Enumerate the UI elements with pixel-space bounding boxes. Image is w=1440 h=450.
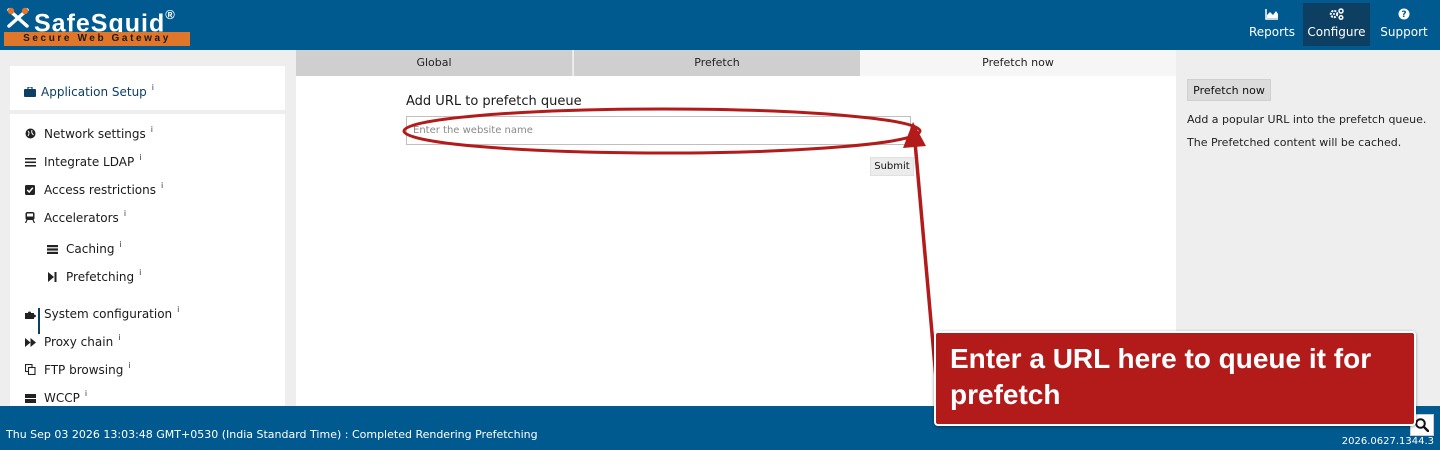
info-icon[interactable]: i	[139, 268, 141, 277]
database-icon	[46, 241, 58, 259]
status-message: Thu Sep 03 2026 13:03:48 GMT+0530 (India…	[6, 428, 538, 441]
sidebar-item-label: Proxy chain	[44, 335, 114, 349]
sidebar-item-ftp-browsing[interactable]: FTP browsing i	[24, 357, 131, 377]
info-icon[interactable]: i	[152, 83, 154, 92]
tab-prefetch-now[interactable]: Prefetch now	[860, 50, 1176, 76]
info-icon[interactable]: i	[85, 389, 87, 398]
nav-reports-button[interactable]: Reports	[1244, 3, 1300, 46]
tab-global[interactable]: Global	[296, 50, 573, 76]
server-icon	[24, 390, 36, 406]
briefcase-icon	[24, 86, 36, 97]
sidebar-item-prefetching[interactable]: Prefetching i	[46, 264, 141, 284]
sidebar-item-label: Integrate LDAP	[44, 155, 135, 169]
cogs-icon	[1303, 8, 1370, 24]
copy-icon	[24, 362, 36, 380]
sidebar-item-access-restrictions[interactable]: Access restrictions i	[24, 177, 163, 197]
sidebar-section-application-setup[interactable]: Application Setup i	[10, 66, 285, 110]
submit-button[interactable]: Submit	[870, 157, 914, 176]
sidebar-item-proxy-chain[interactable]: Proxy chain i	[24, 329, 120, 349]
info-icon[interactable]: i	[120, 240, 122, 249]
train-icon	[24, 210, 36, 228]
svg-text:?: ?	[1401, 10, 1406, 20]
sidebar-item-label: Caching	[66, 242, 115, 256]
sidebar-item-label: System configuration	[44, 307, 173, 321]
annotation-callout: Enter a URL here to queue it for prefetc…	[934, 331, 1416, 426]
globe-icon	[24, 126, 36, 144]
search-icon	[1415, 418, 1429, 432]
info-icon[interactable]: i	[151, 125, 153, 134]
logo-tagline: Secure Web Gateway	[4, 32, 190, 46]
step-forward-icon	[46, 269, 58, 287]
nav-support-label: Support	[1380, 25, 1428, 39]
sidebar-item-label: Access restrictions	[44, 183, 157, 197]
help-text-line1: Add a popular URL into the prefetch queu…	[1187, 113, 1427, 126]
info-icon[interactable]: i	[139, 153, 141, 162]
safesquid-logo[interactable]: SafeSquid® Secure Web Gateway	[4, 3, 190, 47]
top-header: SafeSquid® Secure Web Gateway Reports Co…	[0, 0, 1440, 50]
sidebar-item-accelerators[interactable]: Accelerators i	[24, 205, 126, 225]
sidebar-item-label: Network settings	[44, 127, 146, 141]
puzzle-icon	[24, 306, 36, 324]
info-icon[interactable]: i	[177, 305, 179, 314]
sidebar-menu: Network settings i Integrate LDAP i Access…	[10, 114, 285, 406]
area-chart-icon	[1244, 8, 1300, 24]
tab-prefetch[interactable]: Prefetch	[574, 50, 860, 76]
sidebar-item-label: Accelerators	[44, 211, 119, 225]
list-icon	[24, 154, 36, 172]
help-text-line2: The Prefetched content will be cached.	[1187, 136, 1402, 149]
sidebar-item-label: WCCP	[44, 391, 80, 405]
sidebar-item-label: Prefetching	[66, 270, 135, 284]
info-icon[interactable]: i	[161, 181, 163, 190]
sidebar: Application Setup i Network settings i Int…	[10, 66, 285, 406]
sidebar-item-wccp[interactable]: WCCP i	[24, 385, 87, 406]
sidebar-item-system-configuration[interactable]: System configuration i	[24, 301, 179, 321]
sidebar-section-label: Application Setup	[41, 85, 147, 99]
nav-configure-button[interactable]: Configure	[1303, 3, 1370, 46]
sidebar-item-integrate-ldap[interactable]: Integrate LDAP i	[24, 149, 141, 169]
config-tabs: Global Prefetch Prefetch now	[296, 50, 1176, 76]
sidebar-item-label: FTP browsing	[44, 363, 124, 377]
check-square-icon	[24, 182, 36, 200]
prefetch-now-button[interactable]: Prefetch now	[1187, 79, 1271, 101]
nav-support-button[interactable]: ? Support	[1372, 3, 1436, 46]
website-url-input[interactable]	[406, 116, 911, 145]
fast-forward-icon	[24, 334, 36, 352]
version-label: 2026.0627.1344.3	[1341, 436, 1434, 447]
form-title: Add URL to prefetch queue	[406, 94, 582, 109]
nav-configure-label: Configure	[1307, 25, 1366, 39]
nav-reports-label: Reports	[1248, 25, 1296, 39]
info-icon[interactable]: i	[118, 333, 120, 342]
tools-icon	[7, 7, 29, 28]
info-icon[interactable]: i	[124, 209, 126, 218]
sidebar-item-caching[interactable]: Caching i	[46, 236, 122, 256]
question-circle-icon: ?	[1372, 8, 1436, 24]
sidebar-item-network-settings[interactable]: Network settings i	[24, 121, 153, 141]
info-icon[interactable]: i	[128, 361, 130, 370]
